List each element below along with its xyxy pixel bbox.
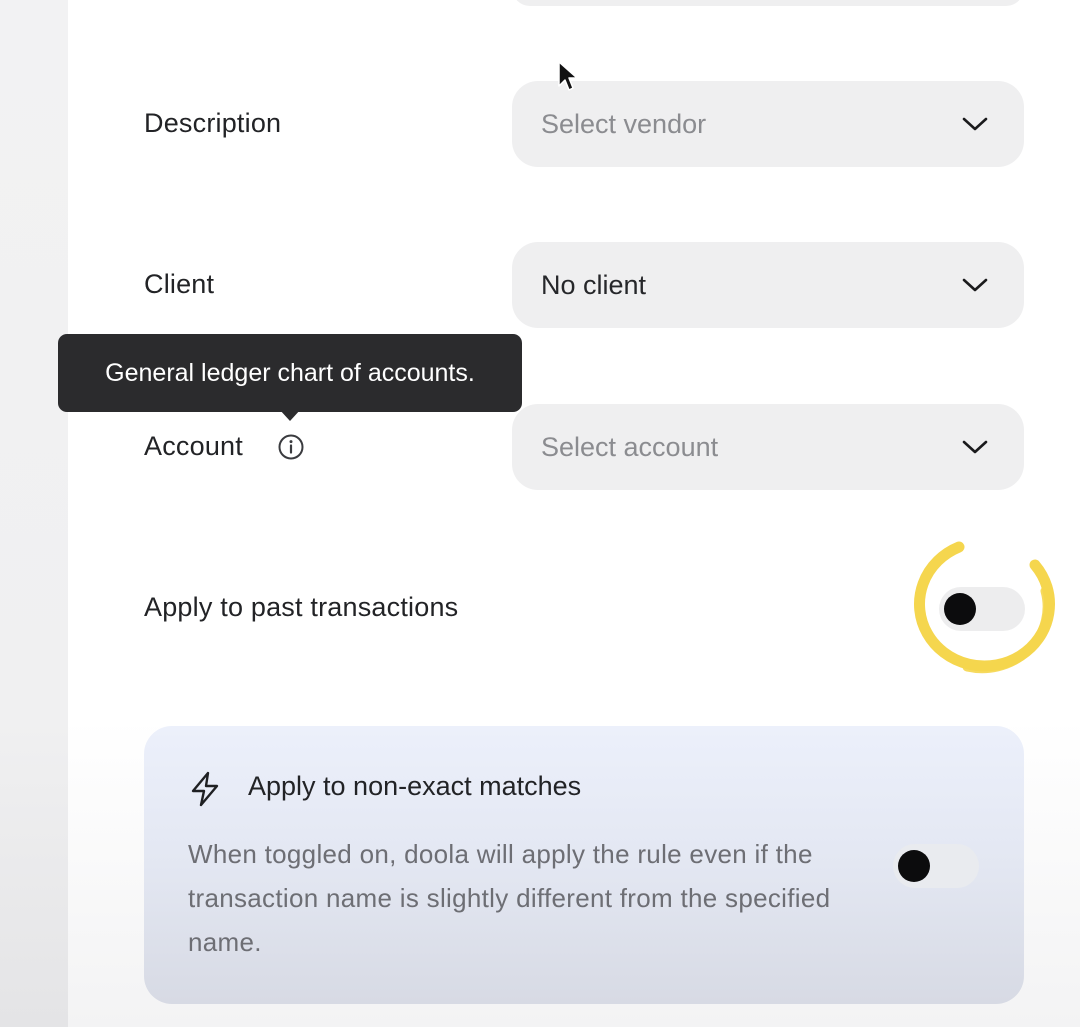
left-gutter bbox=[0, 0, 68, 1027]
account-select-placeholder: Select account bbox=[541, 431, 719, 462]
non-exact-matches-description: When toggled on, doola will apply the ru… bbox=[188, 839, 831, 957]
client-select[interactable]: No client bbox=[512, 242, 1024, 328]
past-transactions-label: Apply to past transactions bbox=[144, 592, 459, 622]
mouse-cursor-icon bbox=[558, 61, 578, 91]
chevron-down-icon bbox=[960, 275, 990, 295]
rule-form-page: Description Select vendor Client No clie… bbox=[0, 0, 1080, 1027]
past-transactions-toggle[interactable] bbox=[939, 587, 1025, 631]
vendor-select[interactable]: Select vendor bbox=[512, 81, 1024, 167]
tooltip-arrow bbox=[279, 409, 301, 421]
client-select-value: No client bbox=[541, 269, 647, 300]
non-exact-matches-toggle[interactable] bbox=[893, 844, 979, 888]
previous-field-edge[interactable] bbox=[512, 0, 1024, 6]
toggle-knob bbox=[944, 593, 976, 625]
chevron-down-icon bbox=[960, 114, 990, 134]
toggle-knob bbox=[898, 850, 930, 882]
lightning-bolt-icon bbox=[188, 770, 222, 808]
vendor-select-placeholder: Select vendor bbox=[541, 108, 707, 139]
non-exact-matches-title: Apply to non-exact matches bbox=[248, 771, 582, 801]
client-label: Client bbox=[144, 269, 215, 299]
account-select[interactable]: Select account bbox=[512, 404, 1024, 490]
info-icon[interactable] bbox=[277, 433, 305, 461]
tooltip-text: General ledger chart of accounts. bbox=[105, 358, 475, 387]
account-tooltip: General ledger chart of accounts. bbox=[58, 334, 522, 412]
description-label: Description bbox=[144, 108, 282, 138]
chevron-down-icon bbox=[960, 437, 990, 457]
account-label: Account bbox=[144, 431, 243, 461]
